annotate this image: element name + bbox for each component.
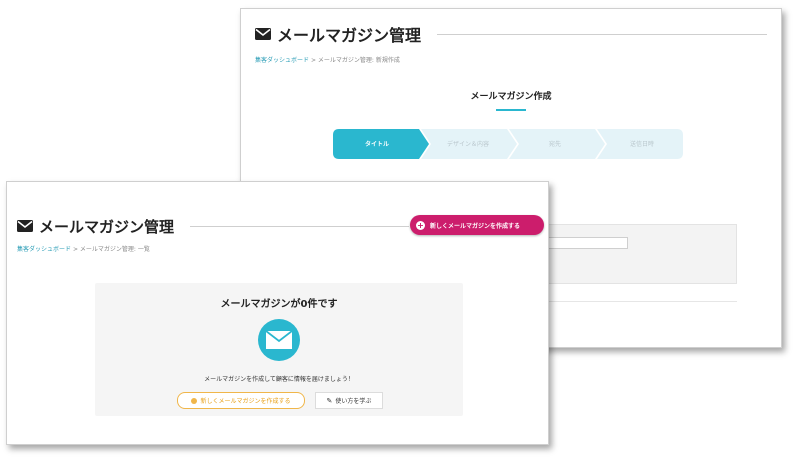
empty-state-panel: メールマガジンが0件です メールマガジンを作成して顧客に情報を届けましょう！ 新…: [95, 283, 463, 416]
breadcrumb-current: メールマガジン管理: 新規作成: [317, 57, 400, 64]
step-progress: タイトル デザイン＆内容 宛先 送信日時: [333, 129, 683, 159]
title-divider: [437, 33, 767, 35]
envelope-icon: [258, 319, 300, 361]
envelope-icon: [17, 220, 33, 232]
step-3-label: 宛先: [549, 140, 561, 148]
breadcrumb-separator: >: [310, 57, 316, 64]
back-page-title: メールマガジン管理: [277, 26, 422, 45]
breadcrumb-separator: >: [72, 246, 78, 253]
heading-underline: [496, 109, 526, 111]
envelope-icon: [255, 28, 271, 40]
breadcrumb: 集客ダッシュボード > メールマガジン管理: 一覧: [17, 244, 150, 253]
create-mailmagazine-button[interactable]: 新しくメールマガジンを作成する: [177, 392, 305, 409]
page-heading: メールマガジン作成: [470, 92, 552, 102]
create-mailmagazine-button-label: 新しくメールマガジンを作成する: [200, 398, 291, 405]
step-1-label: タイトル: [365, 140, 389, 148]
breadcrumb-link-dashboard[interactable]: 集客ダッシュボード: [17, 246, 71, 253]
pencil-icon: ✎: [326, 396, 333, 405]
empty-state-description: メールマガジンを作成して顧客に情報を届けましょう！: [204, 376, 354, 383]
front-page-title: メールマガジン管理: [39, 217, 175, 236]
breadcrumb-current: メールマガジン管理: 一覧: [79, 246, 150, 253]
empty-state-title: メールマガジンが0件です: [220, 299, 338, 310]
step-2-label: デザイン＆内容: [447, 140, 489, 148]
front-window: メールマガジン管理 + 新しくメールマガジンを作成する 集客ダッシュボード > …: [6, 181, 549, 445]
plus-icon: +: [416, 220, 425, 230]
breadcrumb: 集客ダッシュボード > メールマガジン管理: 新規作成: [255, 55, 400, 64]
step-4-label: 送信日時: [630, 140, 654, 148]
breadcrumb-link-dashboard[interactable]: 集客ダッシュボード: [255, 57, 309, 64]
back-title-row: メールマガジン管理: [255, 21, 767, 47]
howto-button[interactable]: ✎ 使い方を学ぶ: [315, 392, 383, 409]
plus-circle-icon: [191, 397, 198, 404]
title-divider: [190, 225, 409, 227]
new-mailmagazine-button[interactable]: + 新しくメールマガジンを作成する: [410, 215, 544, 235]
front-title-row: メールマガジン管理: [17, 214, 409, 238]
howto-button-label: 使い方を学ぶ: [335, 398, 372, 405]
new-mailmagazine-button-label: 新しくメールマガジンを作成する: [430, 222, 521, 230]
